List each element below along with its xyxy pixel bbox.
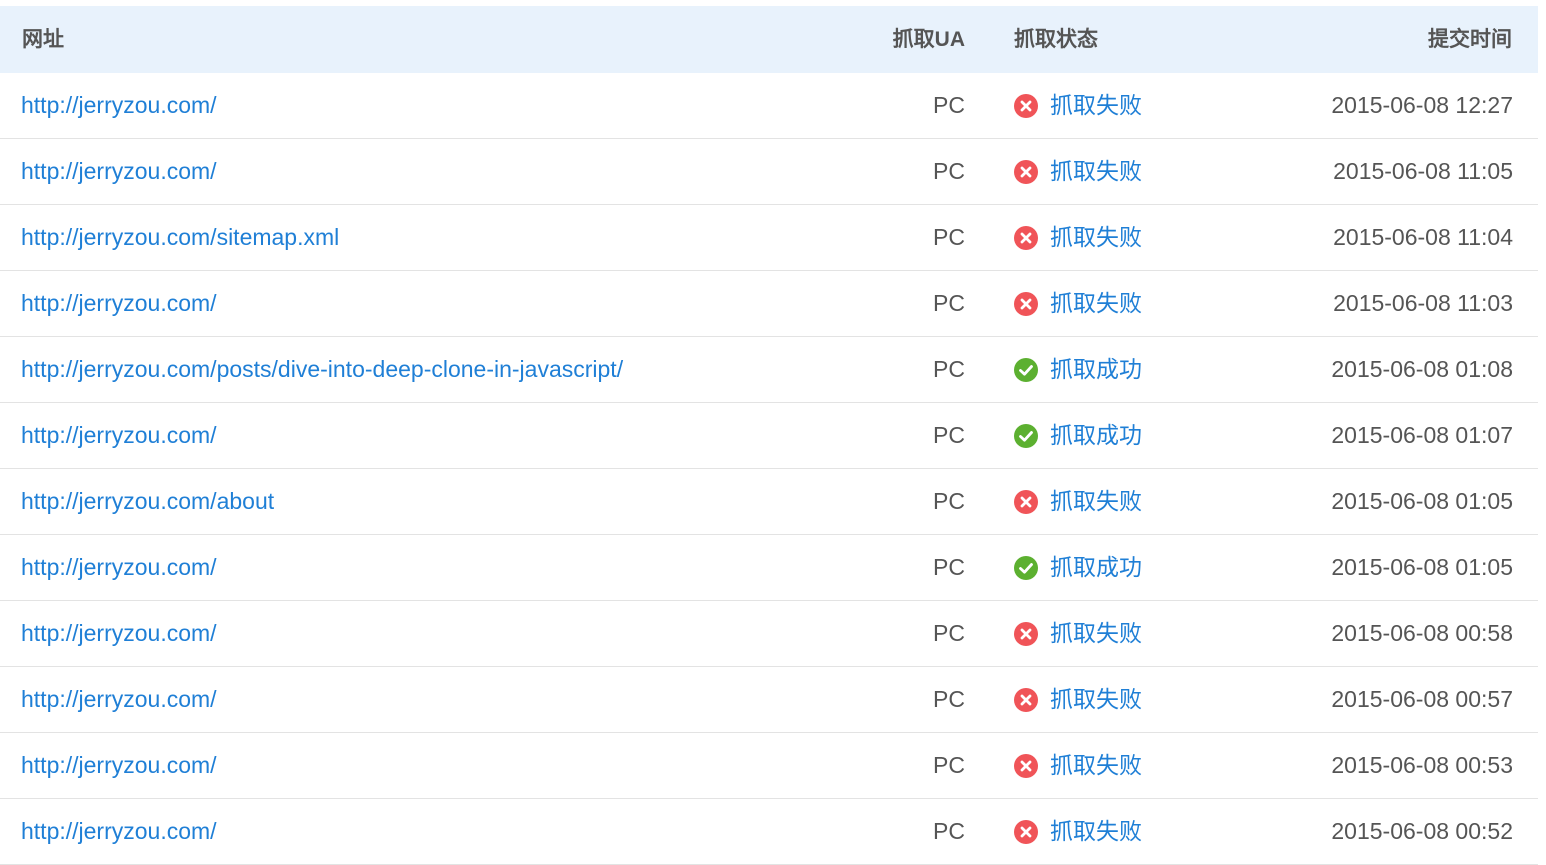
- url-link[interactable]: http://jerryzou.com/posts/dive-into-deep…: [21, 337, 623, 402]
- status-link[interactable]: 抓取失败: [1050, 205, 1142, 270]
- status-cell: 抓取失败: [1014, 733, 1142, 798]
- status-cell: 抓取失败: [1014, 799, 1142, 864]
- url-link[interactable]: http://jerryzou.com/: [21, 799, 217, 864]
- status-cell: 抓取失败: [1014, 469, 1142, 534]
- url-link[interactable]: http://jerryzou.com/: [21, 733, 217, 798]
- submit-time: 2015-06-08 00:53: [1331, 752, 1513, 778]
- ua-cell: PC: [933, 554, 965, 580]
- fail-icon: [1014, 225, 1038, 250]
- submit-time: 2015-06-08 00:52: [1331, 818, 1513, 844]
- column-header-time: 提交时间: [1428, 28, 1512, 51]
- url-link[interactable]: http://jerryzou.com/: [21, 403, 217, 468]
- status-link[interactable]: 抓取失败: [1050, 469, 1142, 534]
- column-header-status: 抓取状态: [1014, 28, 1098, 51]
- url-link[interactable]: http://jerryzou.com/: [21, 73, 217, 138]
- status-link[interactable]: 抓取失败: [1050, 601, 1142, 666]
- status-cell: 抓取失败: [1014, 205, 1142, 270]
- status-link[interactable]: 抓取成功: [1050, 403, 1142, 468]
- success-icon: [1014, 357, 1038, 382]
- status-cell: 抓取成功: [1014, 403, 1142, 468]
- ua-cell: PC: [933, 224, 965, 250]
- table-row: http://jerryzou.com/about PC 抓取失败 2015-06-0…: [0, 469, 1538, 535]
- status-link[interactable]: 抓取失败: [1050, 799, 1142, 864]
- url-link[interactable]: http://jerryzou.com/: [21, 271, 217, 336]
- fail-icon: [1014, 159, 1038, 184]
- ua-cell: PC: [933, 620, 965, 646]
- column-header-ua: 抓取UA: [892, 28, 965, 51]
- ua-cell: PC: [933, 290, 965, 316]
- fail-icon: [1014, 819, 1038, 844]
- status-link[interactable]: 抓取失败: [1050, 73, 1142, 138]
- table-row: http://jerryzou.com/PC 抓取失败 2015-06-08 12:…: [0, 73, 1538, 139]
- submit-time: 2015-06-08 01:07: [1331, 422, 1513, 448]
- status-cell: 抓取成功: [1014, 337, 1142, 402]
- table-row: http://jerryzou.com/PC 抓取失败 2015-06-08 00:…: [0, 799, 1538, 865]
- status-cell: 抓取失败: [1014, 667, 1142, 732]
- ua-cell: PC: [933, 752, 965, 778]
- ua-cell: PC: [933, 356, 965, 382]
- status-link[interactable]: 抓取失败: [1050, 667, 1142, 732]
- fail-icon: [1014, 687, 1038, 712]
- ua-cell: PC: [933, 818, 965, 844]
- ua-cell: PC: [933, 422, 965, 448]
- table-row: http://jerryzou.com/PC 抓取成功 2015-06-08 01:…: [0, 403, 1538, 469]
- column-header-url: 网址: [22, 28, 64, 51]
- success-icon: [1014, 555, 1038, 580]
- fail-icon: [1014, 93, 1038, 118]
- table-row: http://jerryzou.com/sitemap.xml PC 抓取失败 201…: [0, 205, 1538, 271]
- submit-time: 2015-06-08 00:58: [1331, 620, 1513, 646]
- fail-icon: [1014, 489, 1038, 514]
- url-link[interactable]: http://jerryzou.com/: [21, 601, 217, 666]
- url-link[interactable]: http://jerryzou.com/sitemap.xml: [21, 205, 339, 270]
- success-icon: [1014, 423, 1038, 448]
- submit-time: 2015-06-08 11:04: [1333, 224, 1513, 250]
- table-row: http://jerryzou.com/PC 抓取成功 2015-06-08 01:…: [0, 535, 1538, 601]
- status-cell: 抓取失败: [1014, 139, 1142, 204]
- fail-icon: [1014, 291, 1038, 316]
- table-row: http://jerryzou.com/posts/dive-into-deep…: [0, 337, 1538, 403]
- table-row: http://jerryzou.com/PC 抓取失败 2015-06-08 00:…: [0, 667, 1538, 733]
- table-row: http://jerryzou.com/PC 抓取失败 2015-06-08 11:…: [0, 139, 1538, 205]
- fail-icon: [1014, 621, 1038, 646]
- url-link[interactable]: http://jerryzou.com/about: [21, 469, 274, 534]
- table-body: http://jerryzou.com/PC 抓取失败 2015-06-08 12:…: [0, 73, 1538, 865]
- status-link[interactable]: 抓取失败: [1050, 271, 1142, 336]
- status-cell: 抓取成功: [1014, 535, 1142, 600]
- status-link[interactable]: 抓取成功: [1050, 535, 1142, 600]
- submit-time: 2015-06-08 01:08: [1331, 356, 1513, 382]
- url-link[interactable]: http://jerryzou.com/: [21, 667, 217, 732]
- ua-cell: PC: [933, 686, 965, 712]
- submit-time: 2015-06-08 11:03: [1333, 290, 1513, 316]
- status-cell: 抓取失败: [1014, 271, 1142, 336]
- status-link[interactable]: 抓取失败: [1050, 139, 1142, 204]
- crawl-history-table: 网址 抓取UA 抓取状态 提交时间 http://jerryzou.com/PC…: [0, 6, 1538, 865]
- table-row: http://jerryzou.com/PC 抓取失败 2015-06-08 11:…: [0, 271, 1538, 337]
- status-link[interactable]: 抓取失败: [1050, 733, 1142, 798]
- table-row: http://jerryzou.com/PC 抓取失败 2015-06-08 00:…: [0, 601, 1538, 667]
- fail-icon: [1014, 753, 1038, 778]
- submit-time: 2015-06-08 01:05: [1331, 554, 1513, 580]
- ua-cell: PC: [933, 92, 965, 118]
- table-row: http://jerryzou.com/PC 抓取失败 2015-06-08 00:…: [0, 733, 1538, 799]
- submit-time: 2015-06-08 00:57: [1331, 686, 1513, 712]
- url-link[interactable]: http://jerryzou.com/: [21, 535, 217, 600]
- status-link[interactable]: 抓取成功: [1050, 337, 1142, 402]
- ua-cell: PC: [933, 158, 965, 184]
- ua-cell: PC: [933, 488, 965, 514]
- status-cell: 抓取失败: [1014, 601, 1142, 666]
- url-link[interactable]: http://jerryzou.com/: [21, 139, 217, 204]
- submit-time: 2015-06-08 12:27: [1331, 92, 1513, 118]
- submit-time: 2015-06-08 01:05: [1331, 488, 1513, 514]
- status-cell: 抓取失败: [1014, 73, 1142, 138]
- table-header: 网址 抓取UA 抓取状态 提交时间: [0, 6, 1538, 73]
- submit-time: 2015-06-08 11:05: [1333, 158, 1513, 184]
